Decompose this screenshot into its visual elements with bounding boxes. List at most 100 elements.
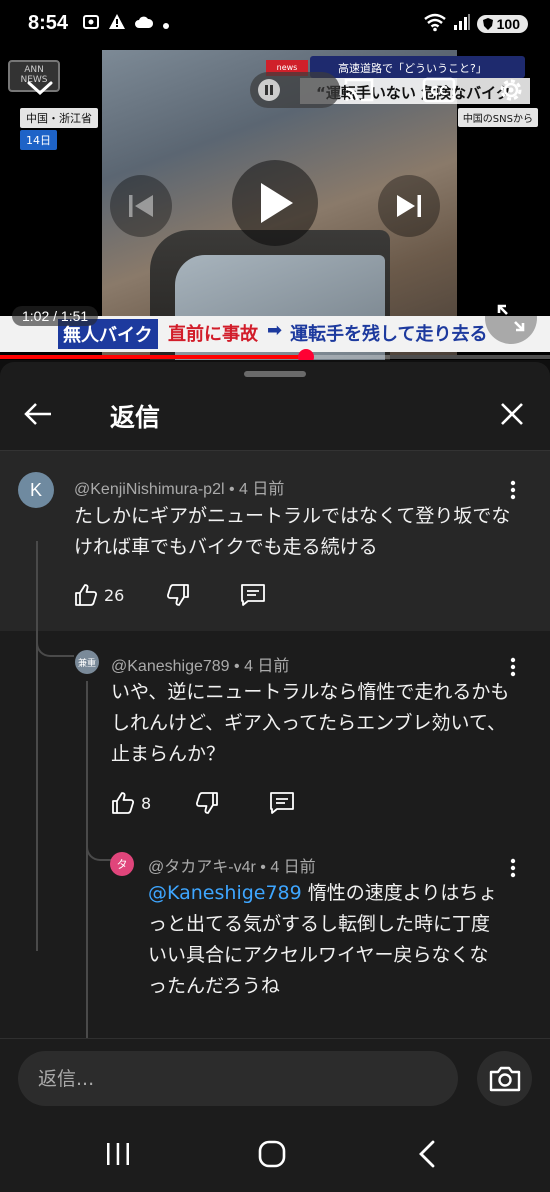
comment-age: 4 日前 bbox=[270, 859, 316, 876]
avatar-letter: 兼重 bbox=[77, 657, 96, 668]
avatar-letter: タ bbox=[116, 859, 128, 871]
wifi-icon bbox=[423, 12, 447, 36]
svg-text:CC: CC bbox=[430, 84, 448, 98]
replies-panel: 返信 K @KenjiNishimura-p2l • 4 日前 たしかにギアがニ… bbox=[0, 362, 550, 1192]
more-vert-icon bbox=[510, 858, 516, 878]
parent-comment: K @KenjiNishimura-p2l • 4 日前 たしかにギアがニュート… bbox=[0, 451, 550, 631]
thumbs-down-icon bbox=[167, 584, 190, 606]
comment-author[interactable]: @Kaneshige789 bbox=[111, 658, 230, 675]
status-notification-icons bbox=[82, 13, 170, 35]
fullscreen-icon bbox=[497, 304, 525, 332]
comment-icon bbox=[241, 584, 266, 606]
date-tag: 14日 bbox=[20, 130, 57, 150]
like-button[interactable]: 8 bbox=[111, 791, 151, 815]
status-time: 8:54 bbox=[28, 12, 69, 34]
thread-line-branch-1 bbox=[36, 637, 74, 657]
close-button[interactable] bbox=[492, 396, 532, 432]
reply-button[interactable] bbox=[240, 583, 266, 607]
screen: 8:54 100 ANN NEWS 中国・浙江省 14日 news 高速道路で「… bbox=[0, 0, 550, 1192]
reply-button[interactable] bbox=[269, 791, 295, 815]
comment-meta: @KenjiNishimura-p2l • 4 日前 bbox=[74, 475, 284, 499]
back-icon bbox=[419, 1140, 435, 1168]
home-button[interactable] bbox=[247, 1134, 297, 1174]
thread-line-main bbox=[36, 541, 38, 951]
home-icon bbox=[258, 1140, 286, 1168]
panel-title: 返信 bbox=[110, 403, 161, 432]
thread-line-sub bbox=[86, 681, 88, 1041]
time-separator: / bbox=[49, 308, 61, 324]
thumbs-down-icon bbox=[196, 792, 219, 814]
reply-thread: 兼重 @Kaneshige789 • 4 日前 いや、逆にニュートラルなら惰性で… bbox=[0, 541, 550, 1041]
next-video-button[interactable] bbox=[378, 175, 440, 237]
caption-part-3: 運転手を残して走り去る bbox=[290, 324, 488, 345]
screenshot-icon bbox=[82, 13, 100, 35]
alert-icon bbox=[108, 13, 126, 35]
mention-link[interactable]: @Kaneshige789 bbox=[148, 882, 302, 904]
seek-bar-thumb[interactable] bbox=[298, 349, 315, 360]
avatar[interactable]: タ bbox=[110, 852, 134, 876]
caption-arrow: ➡ bbox=[267, 320, 283, 341]
battery-indicator: 100 bbox=[476, 15, 528, 33]
minimize-player-button[interactable] bbox=[20, 72, 60, 104]
camera-button[interactable] bbox=[477, 1051, 532, 1106]
comment-icon bbox=[270, 792, 295, 814]
back-button[interactable] bbox=[18, 396, 58, 432]
like-count: 26 bbox=[104, 585, 125, 605]
comment-age: 4 日前 bbox=[244, 658, 290, 675]
cloud-icon bbox=[134, 14, 154, 34]
previous-video-button[interactable] bbox=[110, 175, 172, 237]
settings-button[interactable] bbox=[490, 72, 532, 108]
thumbs-up-icon bbox=[75, 584, 98, 606]
reply-input[interactable] bbox=[18, 1051, 458, 1106]
thread-line-branch-2 bbox=[86, 841, 112, 861]
dislike-button[interactable] bbox=[195, 791, 219, 815]
avatar[interactable]: K bbox=[18, 472, 54, 508]
play-button[interactable] bbox=[232, 160, 318, 246]
play-icon bbox=[261, 183, 293, 223]
comment-text: いや、逆にニュートラルなら惰性で走れるかもしれんけど、ギア入ってたらエンブレ効い… bbox=[111, 681, 510, 765]
comment-menu-button[interactable] bbox=[503, 853, 523, 883]
comment-meta: @タカアキ-v4r • 4 日前 bbox=[148, 853, 316, 877]
dot-icon bbox=[162, 15, 170, 34]
comment-actions: 26 bbox=[74, 583, 266, 607]
thumbs-up-icon bbox=[112, 792, 135, 814]
current-time: 1:02 bbox=[22, 308, 50, 324]
more-vert-icon bbox=[510, 657, 516, 677]
shield-icon bbox=[482, 18, 493, 30]
drag-handle[interactable] bbox=[244, 371, 306, 377]
status-bar: 8:54 100 bbox=[0, 0, 550, 50]
recent-apps-button[interactable] bbox=[93, 1134, 143, 1174]
gear-icon bbox=[500, 79, 522, 101]
seek-bar-progress bbox=[0, 355, 307, 359]
time-readout: 1:02 / 1:51 bbox=[12, 306, 99, 326]
seek-bar[interactable] bbox=[0, 349, 550, 360]
camera-icon bbox=[489, 1066, 520, 1091]
comment-actions: 8 bbox=[111, 791, 295, 815]
skip-next-icon bbox=[397, 195, 421, 217]
comment-author[interactable]: @KenjiNishimura-p2l bbox=[74, 481, 225, 498]
cc-icon: CC bbox=[422, 77, 456, 103]
panel-header: 返信 bbox=[0, 380, 550, 450]
cast-button[interactable] bbox=[338, 72, 380, 108]
avatar[interactable]: 兼重 bbox=[75, 650, 99, 674]
meta-separator: • bbox=[224, 481, 240, 498]
comment-age: 4 日前 bbox=[239, 481, 285, 498]
video-player[interactable]: ANN NEWS 中国・浙江省 14日 news 高速道路で「どういうこと?」 … bbox=[0, 50, 550, 360]
cast-icon bbox=[344, 78, 374, 102]
signal-icon bbox=[453, 13, 471, 35]
fullscreen-button[interactable] bbox=[485, 292, 537, 344]
autoplay-toggle[interactable] bbox=[250, 72, 340, 108]
dislike-button[interactable] bbox=[166, 583, 190, 607]
comment-author[interactable]: @タカアキ-v4r bbox=[148, 859, 256, 876]
back-nav-button[interactable] bbox=[402, 1134, 452, 1174]
captions-button[interactable]: CC bbox=[418, 72, 460, 108]
like-button[interactable]: 26 bbox=[74, 583, 124, 607]
pause-icon bbox=[258, 79, 280, 101]
recent-apps-icon bbox=[107, 1143, 129, 1165]
status-system-icons: 100 bbox=[423, 12, 528, 36]
source-tag: 中国のSNSから bbox=[457, 108, 538, 127]
like-count: 8 bbox=[141, 793, 152, 813]
skip-previous-icon bbox=[129, 195, 153, 217]
system-nav-bar bbox=[0, 1114, 550, 1192]
comment-text: @Kaneshige789 惰性の速度よりはちょっと出てる気がするし転倒した時に… bbox=[148, 878, 503, 1002]
